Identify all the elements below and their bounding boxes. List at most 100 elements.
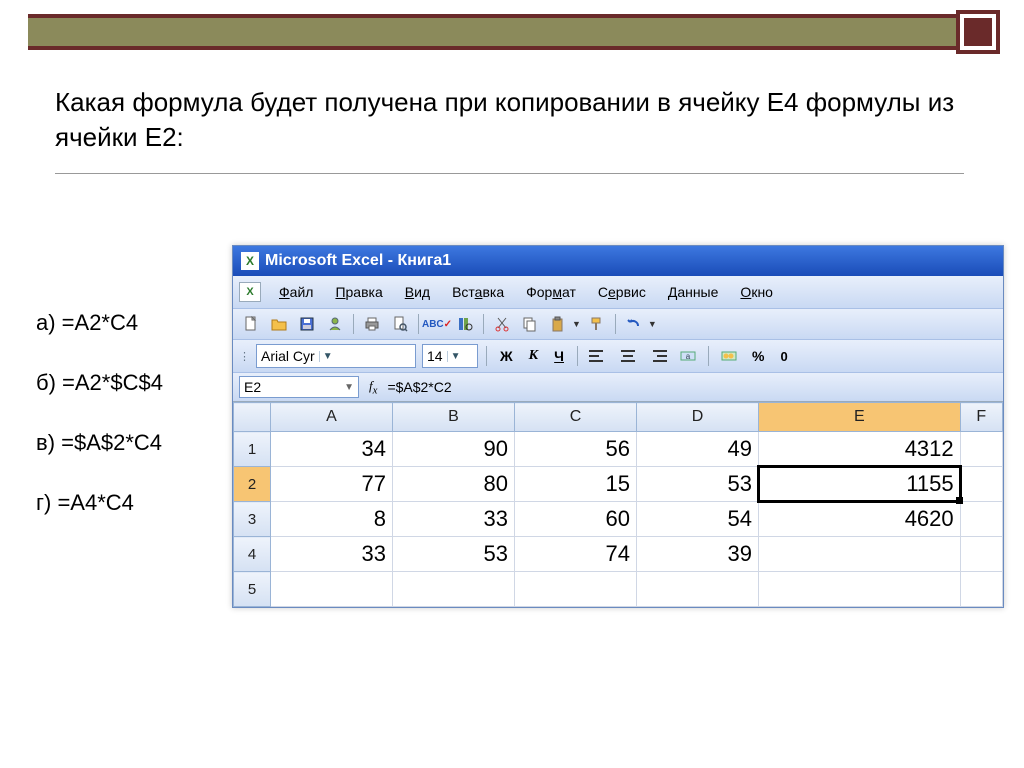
- cell[interactable]: [759, 572, 961, 607]
- answer-d: г) =А4*С4: [36, 490, 163, 516]
- cell[interactable]: 90: [393, 432, 515, 467]
- print-button[interactable]: [360, 313, 384, 335]
- cell-value: 1155: [906, 471, 953, 496]
- cell-selected[interactable]: 1155: [759, 467, 961, 502]
- name-box-value: E2: [244, 379, 261, 395]
- chevron-down-icon: ▼: [319, 351, 336, 362]
- open-file-button[interactable]: [267, 313, 291, 335]
- menu-window[interactable]: Окно: [730, 280, 783, 304]
- spreadsheet-grid[interactable]: A B C D E F 1 34 90 56 49 4312 2 77 80 1…: [233, 401, 1003, 607]
- question-underline: [55, 173, 964, 174]
- font-name-combo[interactable]: Arial Cyr ▼: [256, 344, 416, 368]
- titlebar[interactable]: X Microsoft Excel - Книга1: [233, 246, 1003, 276]
- select-all-corner[interactable]: [234, 403, 271, 432]
- menu-edit[interactable]: Правка: [325, 280, 392, 304]
- cell[interactable]: [393, 572, 515, 607]
- column-header[interactable]: B: [393, 403, 515, 432]
- cell[interactable]: 56: [515, 432, 637, 467]
- cell[interactable]: 34: [271, 432, 393, 467]
- underline-button[interactable]: Ч: [549, 346, 569, 366]
- percent-button[interactable]: %: [747, 346, 769, 366]
- column-header[interactable]: D: [637, 403, 759, 432]
- cell[interactable]: 8: [271, 502, 393, 537]
- cell[interactable]: 80: [393, 467, 515, 502]
- chevron-down-icon: ▼: [344, 382, 354, 393]
- paste-button[interactable]: [546, 313, 570, 335]
- cell[interactable]: 33: [393, 502, 515, 537]
- cell[interactable]: 74: [515, 537, 637, 572]
- column-header[interactable]: E: [759, 403, 961, 432]
- cell[interactable]: 53: [637, 467, 759, 502]
- toolbar-separator: [615, 314, 616, 334]
- cell[interactable]: [960, 502, 1002, 537]
- cell[interactable]: 4312: [759, 432, 961, 467]
- column-header[interactable]: A: [271, 403, 393, 432]
- toolbar-separator: [418, 314, 419, 334]
- cut-button[interactable]: [490, 313, 514, 335]
- align-center-button[interactable]: [616, 345, 640, 367]
- align-right-button[interactable]: [646, 345, 670, 367]
- excel-logo-icon: X: [241, 252, 259, 270]
- merge-center-button[interactable]: a: [676, 345, 700, 367]
- column-header[interactable]: C: [515, 403, 637, 432]
- row-header[interactable]: 4: [234, 537, 271, 572]
- row-header[interactable]: 1: [234, 432, 271, 467]
- cell[interactable]: [960, 572, 1002, 607]
- new-file-button[interactable]: [239, 313, 263, 335]
- menu-tools[interactable]: Сервис: [588, 280, 656, 304]
- cell[interactable]: [960, 537, 1002, 572]
- cell[interactable]: [271, 572, 393, 607]
- cell[interactable]: 77: [271, 467, 393, 502]
- print-preview-button[interactable]: [388, 313, 412, 335]
- currency-button[interactable]: [717, 345, 741, 367]
- copy-button[interactable]: [518, 313, 542, 335]
- toolbar-separator: [486, 346, 487, 366]
- toolbar-grip-icon: ⋮: [239, 350, 250, 363]
- undo-button[interactable]: [622, 313, 646, 335]
- save-button[interactable]: [295, 313, 319, 335]
- menu-insert[interactable]: Вставка: [442, 280, 514, 304]
- menu-data[interactable]: Данные: [658, 280, 729, 304]
- menu-view[interactable]: Вид: [395, 280, 440, 304]
- toolbar-separator: [577, 346, 578, 366]
- column-header[interactable]: F: [960, 403, 1002, 432]
- name-box[interactable]: E2 ▼: [239, 376, 359, 398]
- menu-file[interactable]: Файл: [269, 280, 323, 304]
- cell[interactable]: [515, 572, 637, 607]
- align-left-button[interactable]: [586, 345, 610, 367]
- question-block: Какая формула будет получена при копиров…: [55, 85, 964, 174]
- permissions-button[interactable]: [323, 313, 347, 335]
- row-header[interactable]: 2: [234, 467, 271, 502]
- cell[interactable]: 33: [271, 537, 393, 572]
- cell[interactable]: 60: [515, 502, 637, 537]
- cell[interactable]: [759, 537, 961, 572]
- toolbar-separator: [708, 346, 709, 366]
- formula-input[interactable]: =$A$2*C2: [387, 379, 451, 395]
- undo-dropdown-icon[interactable]: ▼: [648, 319, 657, 329]
- paste-dropdown-icon[interactable]: ▼: [572, 319, 581, 329]
- menu-format[interactable]: Формат: [516, 280, 586, 304]
- cell[interactable]: 54: [637, 502, 759, 537]
- cell[interactable]: 4620: [759, 502, 961, 537]
- format-painter-button[interactable]: [585, 313, 609, 335]
- bold-button[interactable]: Ж: [495, 346, 518, 366]
- research-button[interactable]: [453, 313, 477, 335]
- comma-style-button[interactable]: 0: [775, 347, 792, 366]
- cell[interactable]: [960, 432, 1002, 467]
- cell[interactable]: [637, 572, 759, 607]
- row-header[interactable]: 5: [234, 572, 271, 607]
- spellcheck-button[interactable]: ABC✓: [425, 313, 449, 335]
- row-header[interactable]: 3: [234, 502, 271, 537]
- font-name-value: Arial Cyr: [261, 348, 315, 364]
- excel-doc-icon[interactable]: X: [239, 282, 261, 302]
- cell[interactable]: 15: [515, 467, 637, 502]
- italic-button[interactable]: К: [524, 346, 544, 366]
- answer-a: а) =А2*С4: [36, 310, 163, 336]
- toolbar-separator: [353, 314, 354, 334]
- cell[interactable]: 39: [637, 537, 759, 572]
- fx-icon[interactable]: fx: [369, 378, 377, 397]
- cell[interactable]: 49: [637, 432, 759, 467]
- cell[interactable]: [960, 467, 1002, 502]
- cell[interactable]: 53: [393, 537, 515, 572]
- font-size-combo[interactable]: 14 ▼: [422, 344, 478, 368]
